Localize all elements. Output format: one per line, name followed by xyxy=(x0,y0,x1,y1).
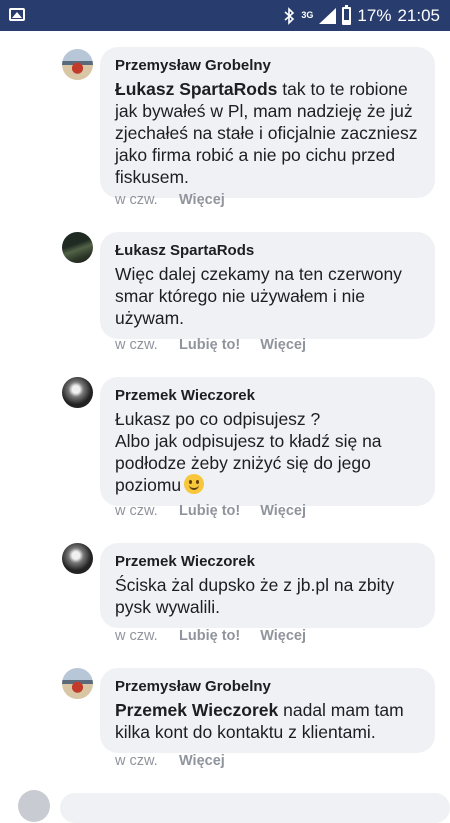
more-button[interactable]: Więcej xyxy=(179,192,225,208)
comment-time: w czw. xyxy=(115,628,158,644)
comment-time: w czw. xyxy=(115,503,158,519)
status-bar-right: 3G 17% 21:05 xyxy=(283,0,440,31)
comment-body: Łukasz po co odpisujesz ? Albo jak odpis… xyxy=(115,409,382,495)
avatar[interactable] xyxy=(62,232,93,263)
comment-actions: w czw. Lubię to! Więcej xyxy=(115,336,326,354)
comment-author[interactable]: Przemek Wieczorek xyxy=(115,552,421,571)
comment-actions: w czw. Więcej xyxy=(115,191,245,209)
comment-bubble[interactable] xyxy=(60,793,450,823)
avatar[interactable] xyxy=(62,668,93,699)
more-button[interactable]: Więcej xyxy=(260,503,306,519)
battery-icon xyxy=(342,4,352,25)
mention-link[interactable]: Łukasz SpartaRods xyxy=(115,79,277,99)
battery-percent: 17% xyxy=(357,5,392,25)
bluetooth-icon xyxy=(284,6,295,25)
avatar[interactable] xyxy=(62,543,93,574)
like-button[interactable]: Lubię to! xyxy=(179,628,240,644)
comment-time: w czw. xyxy=(115,337,158,353)
comment-author[interactable]: Przemysław Grobelny xyxy=(115,56,421,75)
more-button[interactable]: Więcej xyxy=(260,628,306,644)
like-button[interactable]: Lubię to! xyxy=(179,503,240,519)
clock: 21:05 xyxy=(397,5,440,25)
comment-bubble[interactable]: Przemek Wieczorek Ściska żal dupsko że z… xyxy=(100,543,435,628)
comment-text: Łukasz po co odpisujesz ? Albo jak odpis… xyxy=(115,408,421,496)
avatar[interactable] xyxy=(18,790,50,822)
comment-text: Przemek Wieczorek nadal mam tam kilka ko… xyxy=(115,699,421,743)
comment-text: Łukasz SpartaRods tak to te robione jak … xyxy=(115,78,421,188)
comment-actions: w czw. Lubię to! Więcej xyxy=(115,502,326,520)
avatar[interactable] xyxy=(62,49,93,80)
comment-author[interactable]: Łukasz SpartaRods xyxy=(115,241,421,260)
smiley-emoji-icon xyxy=(184,474,205,494)
comment-author[interactable]: Przemek Wieczorek xyxy=(115,386,421,405)
status-bar: 3G 17% 21:05 xyxy=(0,0,450,31)
signal-icon xyxy=(319,7,337,24)
comment-body: Więc dalej czekamy na ten czerwony smar … xyxy=(115,264,402,328)
more-button[interactable]: Więcej xyxy=(179,753,225,769)
avatar[interactable] xyxy=(62,377,93,408)
network-type: 3G xyxy=(301,10,314,20)
comment-actions: w czw. Więcej xyxy=(115,752,245,770)
comment-bubble[interactable]: Przemek Wieczorek Łukasz po co odpisujes… xyxy=(100,377,435,506)
comment-author[interactable]: Przemysław Grobelny xyxy=(115,677,421,696)
gallery-icon xyxy=(9,8,25,21)
comment-time: w czw. xyxy=(115,753,158,769)
comment-body: Ściska żal dupsko że z jb.pl na zbity py… xyxy=(115,575,395,617)
more-button[interactable]: Więcej xyxy=(260,337,306,353)
comment-time: w czw. xyxy=(115,192,158,208)
like-button[interactable]: Lubię to! xyxy=(179,337,240,353)
mention-link[interactable]: Przemek Wieczorek xyxy=(115,700,278,720)
comment-actions: w czw. Lubię to! Więcej xyxy=(115,627,326,645)
comment-bubble[interactable]: Łukasz SpartaRods Więc dalej czekamy na … xyxy=(100,232,435,339)
comment-bubble[interactable]: Przemysław Grobelny Łukasz SpartaRods ta… xyxy=(100,47,435,198)
comment-bubble[interactable]: Przemysław Grobelny Przemek Wieczorek na… xyxy=(100,668,435,753)
